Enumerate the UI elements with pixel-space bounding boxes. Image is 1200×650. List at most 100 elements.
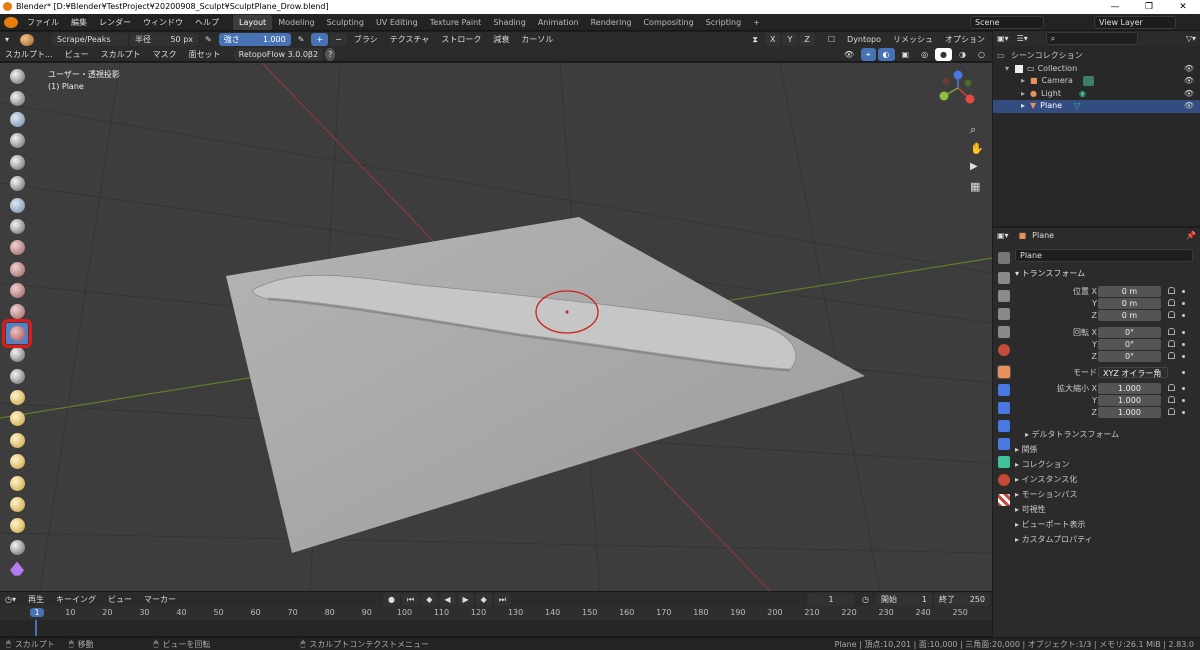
transform-panel-header[interactable]: ▾ トランスフォーム: [1015, 268, 1085, 279]
remesh-menu[interactable]: リメッシュ: [888, 33, 938, 46]
end-frame-field[interactable]: 終了 250: [934, 592, 990, 606]
outliner-editor-type[interactable]: ▣▾: [997, 34, 1009, 43]
keyframe-dot-icon[interactable]: [1182, 302, 1185, 305]
output-tab-icon[interactable]: [998, 290, 1010, 302]
play-reverse-button[interactable]: ◀: [439, 592, 456, 606]
timeline-ruler[interactable]: 1 10 20 30 40 50 60 70 80 90 100 110 120 130 140 150 160…: [0, 606, 992, 620]
brush-icon[interactable]: [20, 33, 35, 46]
menu-window[interactable]: ウィンドウ: [137, 14, 189, 31]
dyntopo-checkbox[interactable]: ☐: [823, 33, 840, 46]
keyframe-dot-icon[interactable]: [1182, 355, 1185, 358]
options-menu[interactable]: オプション: [940, 33, 990, 46]
expand-chevron-icon[interactable]: ▾: [1005, 63, 1015, 76]
maximize-button[interactable]: ❐: [1132, 0, 1166, 14]
relations-panel[interactable]: ▸ 関係: [1015, 444, 1038, 455]
rotation-z-field[interactable]: 0°: [1098, 351, 1161, 362]
prev-keyframe-button[interactable]: ◆: [421, 592, 438, 606]
timeline-view-menu[interactable]: ビュー: [103, 593, 137, 606]
brush-menu[interactable]: ブラシ: [349, 33, 383, 46]
camera-view-icon[interactable]: ▶: [970, 161, 978, 172]
close-button[interactable]: ✕: [1166, 0, 1200, 14]
face-sets-menu[interactable]: 面セット: [184, 48, 226, 61]
lock-icon[interactable]: [1168, 408, 1175, 415]
play-icon[interactable]: ▶: [457, 592, 474, 606]
display-mode-icon[interactable]: ☰▾: [1017, 34, 1028, 43]
jump-start-button[interactable]: ⏮: [401, 592, 420, 606]
tab-layout[interactable]: Layout: [233, 15, 273, 30]
eye-icon[interactable]: 👁: [1184, 63, 1194, 76]
strength-field[interactable]: 強さ 1.000: [218, 33, 291, 46]
keyframe-dot-icon[interactable]: [1182, 411, 1185, 414]
tab-shading[interactable]: Shading: [487, 15, 532, 30]
wireframe-shading-icon[interactable]: ◎: [916, 48, 933, 61]
direction-subtract-button[interactable]: −: [330, 33, 347, 46]
tab-compositing[interactable]: Compositing: [637, 15, 699, 30]
mask-menu[interactable]: マスク: [148, 48, 182, 61]
keyframe-dot-icon[interactable]: [1182, 343, 1185, 346]
thumb-tool[interactable]: [6, 451, 28, 472]
symmetry-z-button[interactable]: Z: [799, 33, 815, 46]
menu-render[interactable]: レンダー: [93, 14, 137, 31]
keyframe-dot-icon[interactable]: [1182, 331, 1185, 334]
smooth-tool[interactable]: [6, 259, 28, 280]
fill-tool[interactable]: [6, 301, 28, 322]
radius-field[interactable]: 半径 50 px: [130, 33, 199, 46]
delta-transform-panel[interactable]: ▸ デルタトランスフォーム: [1025, 429, 1119, 440]
properties-editor-type[interactable]: ▣▾: [997, 231, 1009, 240]
pose-tool[interactable]: [6, 472, 28, 493]
draw-sharp-tool[interactable]: [6, 87, 28, 108]
view-layer-tab-icon[interactable]: [998, 308, 1010, 320]
keyframe-dot-icon[interactable]: [1182, 387, 1185, 390]
marker-menu[interactable]: マーカー: [139, 593, 181, 606]
navigation-gizmo[interactable]: [939, 70, 975, 104]
hand-icon[interactable]: ✋: [970, 142, 984, 155]
brush-name-field[interactable]: Scrape/Peaks: [52, 33, 129, 46]
eye-icon[interactable]: 👁: [1184, 75, 1194, 88]
timeline-editor-type[interactable]: ◷▾: [0, 593, 21, 606]
grab-tool[interactable]: [6, 387, 28, 408]
inflate-tool[interactable]: [6, 194, 28, 215]
gizmo-toggle-icon[interactable]: ⌖: [861, 47, 876, 61]
pinch-tool[interactable]: [6, 365, 28, 386]
keyframe-dot-icon[interactable]: [1182, 314, 1185, 317]
jump-end-button[interactable]: ⏭: [493, 592, 512, 606]
clay-thumb-tool[interactable]: [6, 152, 28, 173]
lock-icon[interactable]: [1168, 311, 1175, 318]
viewport-display-panel[interactable]: ▸ ビューポート表示: [1015, 519, 1086, 530]
current-frame-field[interactable]: 1: [807, 592, 856, 606]
texture-tab-icon[interactable]: [998, 494, 1010, 506]
grid-icon[interactable]: ▦: [970, 180, 980, 193]
pin-icon[interactable]: 📌: [1186, 231, 1196, 240]
preview-range-icon[interactable]: ◷: [857, 593, 874, 606]
lock-icon[interactable]: [1168, 384, 1175, 391]
tab-sculpting[interactable]: Sculpting: [321, 15, 370, 30]
object-tab-icon[interactable]: [997, 365, 1011, 379]
rotate-tool[interactable]: [6, 515, 28, 536]
minimize-button[interactable]: —: [1098, 0, 1132, 14]
tab-texture-paint[interactable]: Texture Paint: [424, 15, 488, 30]
start-frame-field[interactable]: 開始 1: [876, 592, 932, 606]
3d-viewport[interactable]: ユーザー・透視投影 (1) Plane ⌕ ✋ ▶ ▦: [0, 63, 992, 591]
crease-tool[interactable]: [6, 237, 28, 258]
mode-selector[interactable]: スカルプト...: [0, 48, 58, 61]
scale-z-field[interactable]: 1.000: [1098, 407, 1161, 418]
next-keyframe-button[interactable]: ◆: [475, 592, 492, 606]
material-tab-icon[interactable]: [998, 474, 1010, 486]
playhead[interactable]: [35, 620, 37, 636]
collection-checkbox[interactable]: [1015, 64, 1023, 73]
scale-y-field[interactable]: 1.000: [1098, 395, 1161, 406]
clay-tool[interactable]: [6, 109, 28, 130]
instancing-panel[interactable]: ▸ インスタンス化: [1015, 474, 1077, 485]
editor-type-button[interactable]: ▾: [0, 33, 14, 46]
mask-tool[interactable]: [6, 558, 28, 579]
zoom-icon[interactable]: ⌕: [970, 123, 976, 137]
tab-rendering[interactable]: Rendering: [585, 15, 638, 30]
dyntopo-label[interactable]: Dyntopo: [842, 33, 886, 46]
eye-icon[interactable]: 👁: [1184, 100, 1194, 113]
symmetry-y-button[interactable]: Y: [782, 33, 798, 46]
menu-edit[interactable]: 編集: [65, 14, 93, 31]
direction-add-button[interactable]: +: [311, 33, 329, 46]
keying-menu[interactable]: キーイング: [51, 593, 101, 606]
view-layer-selector[interactable]: View Layer: [1094, 16, 1176, 29]
lock-icon[interactable]: [1168, 340, 1175, 347]
